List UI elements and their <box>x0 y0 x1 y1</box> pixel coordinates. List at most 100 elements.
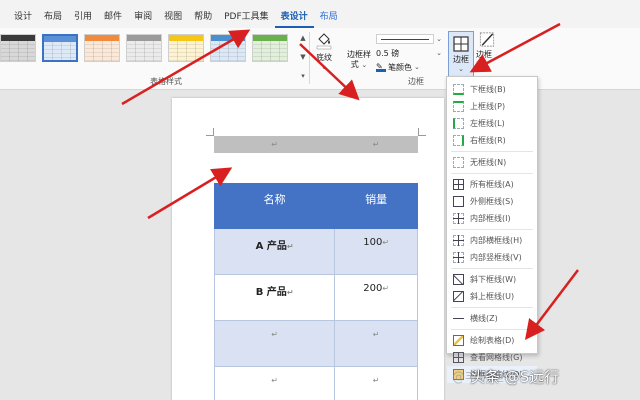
table-style-thumb[interactable] <box>168 34 204 62</box>
table-row[interactable]: ↵ ↵ <box>213 320 418 367</box>
table-style-thumb[interactable] <box>0 34 36 62</box>
border-styles-button[interactable]: 边框样式 ⌄ <box>344 50 374 70</box>
tab-8[interactable]: 表设计 <box>274 6 314 28</box>
menu-item-bot[interactable]: 下框线(B) <box>447 81 537 98</box>
menu-item-hline[interactable]: 横线(Z) <box>447 310 537 327</box>
table-cell[interactable]: ↵ <box>213 136 336 153</box>
table-cell[interactable]: ↵ <box>213 366 336 400</box>
chevron-down-icon: ⌄ <box>458 65 464 73</box>
tab-9[interactable]: 布局 <box>314 6 344 28</box>
outer-border-icon <box>453 196 464 207</box>
diagd-border-icon <box>453 274 464 285</box>
table-cell[interactable]: 100↵ <box>334 228 418 275</box>
menu-item-topb[interactable]: 上框线(P) <box>447 98 537 115</box>
table-cell[interactable]: B 产品↵ <box>213 274 336 321</box>
menu-item-grid[interactable]: 查看网格线(G) <box>447 349 537 366</box>
chevron-down-icon: ⌄ <box>414 63 420 71</box>
border-painter-icon <box>479 32 495 47</box>
document-canvas: ↵ ↵ 名称 销量 A 产品↵ 100↵ B 产品↵ 200↵ ↵ ↵ ↵ ↵ <box>0 90 640 400</box>
tab-6[interactable]: 帮助 <box>188 6 218 28</box>
paint-bucket-icon <box>316 33 332 50</box>
menu-item-innerh[interactable]: 内部横框线(H) <box>447 232 537 249</box>
borders-label: 边框 <box>453 55 469 64</box>
table-style-rows <box>127 41 161 61</box>
gallery-scroll[interactable]: ▲ ▼ ▾ <box>298 34 308 80</box>
divider <box>309 32 310 84</box>
table-style-rows <box>211 41 245 61</box>
menu-separator <box>451 229 533 230</box>
table-row[interactable]: A 产品↵ 100↵ <box>213 228 418 275</box>
table-header-row[interactable]: 名称 销量 <box>213 182 418 229</box>
gallery-more-icon[interactable]: ▾ <box>301 72 305 80</box>
menu-item-lft[interactable]: 左框线(L) <box>447 115 537 132</box>
table-style-thumb[interactable] <box>126 34 162 62</box>
menu-item-rgt[interactable]: 右框线(R) <box>447 132 537 149</box>
chevron-up-icon[interactable]: ▲ <box>300 34 305 42</box>
all-border-icon <box>453 179 464 190</box>
menu-item-all[interactable]: 所有框线(A) <box>447 176 537 193</box>
watermark: 头条 @S远行 <box>470 368 560 386</box>
border-painter-button[interactable]: 边框刷 <box>476 31 498 71</box>
table-style-thumb[interactable] <box>42 34 78 62</box>
document-page[interactable]: ↵ ↵ 名称 销量 A 产品↵ 100↵ B 产品↵ 200↵ ↵ ↵ ↵ ↵ <box>172 98 444 400</box>
pen-color-button[interactable]: ✎ 笔颜色 ⌄ <box>376 60 442 74</box>
menu-item-innerv[interactable]: 内部竖框线(V) <box>447 249 537 266</box>
chevron-down-icon[interactable]: ▼ <box>300 53 305 61</box>
diagu-border-icon <box>453 291 464 302</box>
innerv-border-icon <box>453 252 464 263</box>
table-style-thumb[interactable] <box>84 34 120 62</box>
empty-cell <box>213 152 336 183</box>
pen-color-icon: ✎ <box>376 62 386 72</box>
table-styles-gallery[interactable] <box>0 34 288 66</box>
menu-item-label: 所有框线(A) <box>470 180 514 189</box>
ribbon-tab-bar: 设计 布局 引用 邮件 审阅 视图 帮助 PDF工具集 表设计 布局 <box>0 0 640 28</box>
menu-item-label: 上框线(P) <box>470 102 506 111</box>
tab-2[interactable]: 引用 <box>68 6 98 28</box>
table-style-thumb[interactable] <box>252 34 288 62</box>
menu-item-none[interactable]: 无框线(N) <box>447 154 537 171</box>
chevron-down-icon: ⌄ <box>436 35 442 43</box>
table-row[interactable]: B 产品↵ 200↵ <box>213 274 418 321</box>
table-style-thumb[interactable] <box>210 34 246 62</box>
tab-4[interactable]: 审阅 <box>128 6 158 28</box>
chevron-down-icon: ⌄ <box>361 61 368 69</box>
table-style-rows <box>44 42 76 60</box>
menu-item-label: 斜下框线(W) <box>470 275 517 284</box>
menu-item-outer[interactable]: 外侧框线(S) <box>447 193 537 210</box>
menu-item-inner[interactable]: 内部框线(I) <box>447 210 537 227</box>
menu-item-pencil[interactable]: 绘制表格(D) <box>447 332 537 349</box>
menu-item-label: 横线(Z) <box>470 314 498 323</box>
table-row[interactable]: ↵ ↵ <box>213 366 418 400</box>
table-cell[interactable]: ↵ <box>334 320 418 367</box>
menu-separator <box>451 151 533 152</box>
tab-0[interactable]: 设计 <box>8 6 38 28</box>
menu-item-diagd[interactable]: 斜下框线(W) <box>447 271 537 288</box>
innerh-border-icon <box>453 235 464 246</box>
border-styles-label: 边框样式 <box>347 50 371 69</box>
tab-3[interactable]: 邮件 <box>98 6 128 28</box>
table-cell[interactable]: A 产品↵ <box>213 228 336 275</box>
menu-item-label: 内部竖框线(V) <box>470 253 522 262</box>
none-border-icon <box>453 157 464 168</box>
shading-label: 底纹 <box>316 53 332 62</box>
menu-separator <box>451 173 533 174</box>
lft-border-icon <box>453 118 464 129</box>
table-cell[interactable]: ↵ <box>334 136 418 153</box>
shading-button[interactable]: 底纹 ⌄ <box>312 32 336 74</box>
menu-item-diagu[interactable]: 斜上框线(U) <box>447 288 537 305</box>
tab-7[interactable]: PDF工具集 <box>218 6 275 28</box>
chevron-down-icon[interactable]: ⌄ <box>321 63 327 71</box>
tab-1[interactable]: 布局 <box>38 6 68 28</box>
document-table[interactable]: ↵ ↵ 名称 销量 A 产品↵ 100↵ B 产品↵ 200↵ ↵ ↵ ↵ ↵ <box>213 136 418 400</box>
table-cell[interactable]: ↵ <box>334 366 418 400</box>
table-row[interactable]: ↵ ↵ <box>213 136 418 153</box>
table-cell[interactable]: ↵ <box>213 320 336 367</box>
line-style-select[interactable]: ⌄ <box>376 32 442 46</box>
table-cell[interactable]: 200↵ <box>334 274 418 321</box>
header-cell[interactable]: 名称 <box>213 182 336 229</box>
tab-5[interactable]: 视图 <box>158 6 188 28</box>
borders-button[interactable]: 边框 ⌄ <box>448 31 474 77</box>
header-cell[interactable]: 销量 <box>334 182 418 229</box>
pen-weight-select[interactable]: 0.5 磅 ⌄ <box>376 46 442 60</box>
chevron-down-icon: ⌄ <box>436 49 442 57</box>
